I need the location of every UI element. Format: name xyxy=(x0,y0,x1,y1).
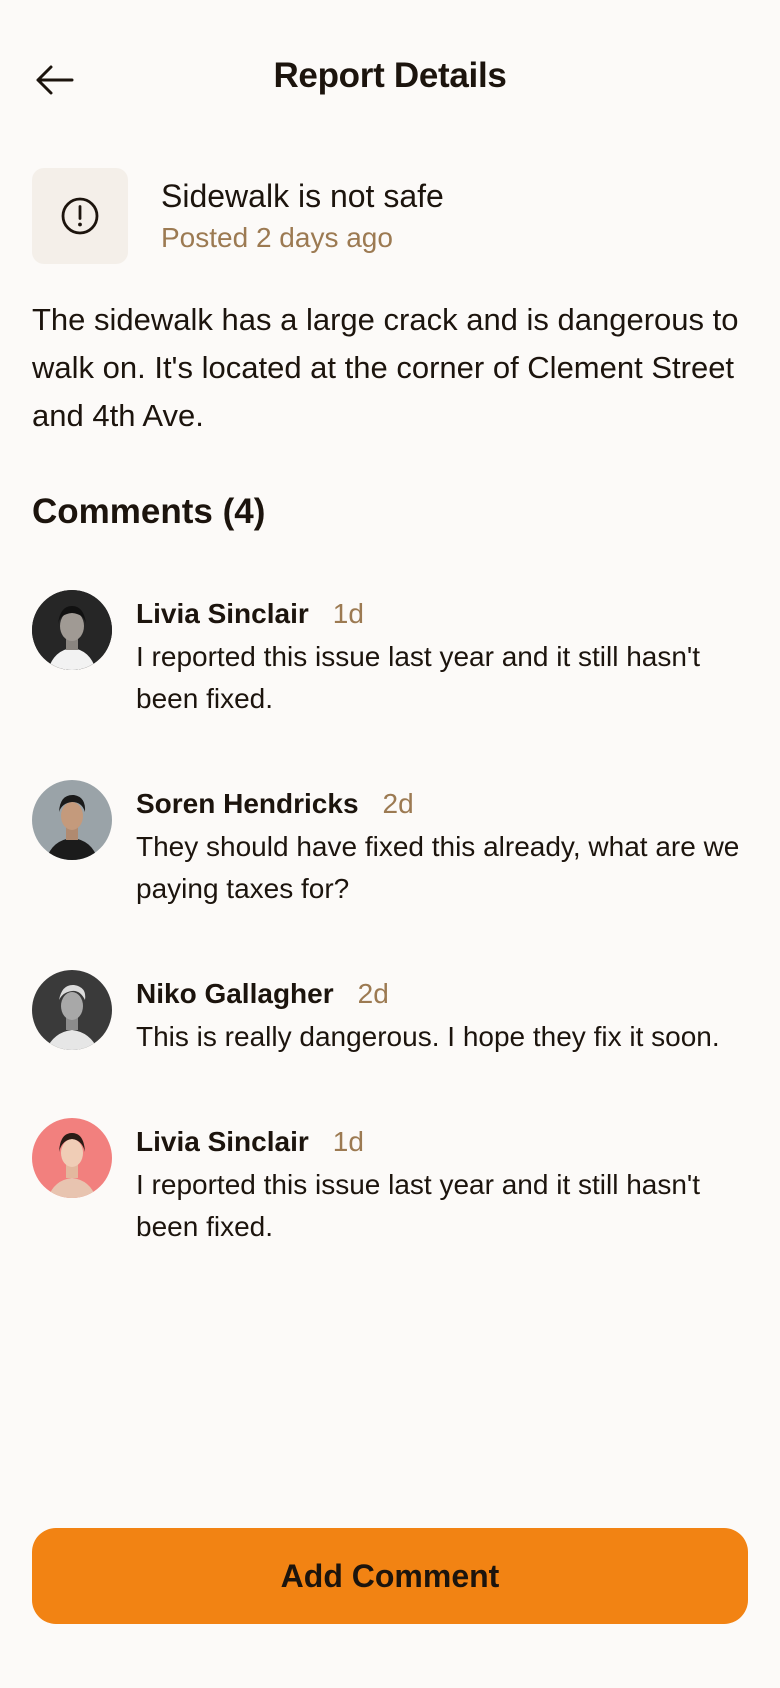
comments-heading: Comments (4) xyxy=(32,492,266,531)
alert-circle-icon xyxy=(61,197,99,235)
comment-author[interactable]: Livia Sinclair xyxy=(136,596,309,632)
comment-header: Livia Sinclair 1d xyxy=(136,596,746,632)
report-posted-time: Posted 2 days ago xyxy=(161,222,393,253)
comment-item: Niko Gallagher 2d This is really dangero… xyxy=(32,970,752,1058)
report-details-screen: Report Details Sidewalk is not safe Post… xyxy=(0,0,780,1688)
page-title: Report Details xyxy=(273,56,507,95)
add-comment-button[interactable]: Add Comment xyxy=(32,1528,748,1624)
comment-item: Livia Sinclair 1d I reported this issue … xyxy=(32,1118,752,1248)
comment-header: Niko Gallagher 2d xyxy=(136,976,746,1012)
comment-timestamp: 1d xyxy=(332,598,364,629)
comment-header: Soren Hendricks 2d xyxy=(136,786,746,822)
avatar-portrait-image xyxy=(32,970,112,1050)
avatar[interactable] xyxy=(32,780,112,860)
comment-timestamp: 1d xyxy=(332,1126,364,1157)
report-icon-container xyxy=(32,168,128,264)
comment-item: Livia Sinclair 1d I reported this issue … xyxy=(32,590,752,720)
comment-body: Niko Gallagher 2d This is really dangero… xyxy=(136,970,746,1058)
top-bar: Report Details xyxy=(0,0,780,160)
comment-text: They should have fixed this already, wha… xyxy=(136,831,740,904)
comment-timestamp: 2d xyxy=(357,978,389,1009)
comment-author[interactable]: Niko Gallagher xyxy=(136,976,334,1012)
comment-body: Livia Sinclair 1d I reported this issue … xyxy=(136,590,746,720)
comment-body: Soren Hendricks 2d They should have fixe… xyxy=(136,780,746,910)
comment-text: This is really dangerous. I hope they fi… xyxy=(136,1021,720,1052)
avatar-portrait-image xyxy=(32,1118,112,1198)
avatar-portrait-image xyxy=(32,780,112,860)
comment-author[interactable]: Soren Hendricks xyxy=(136,786,359,822)
report-title: Sidewalk is not safe xyxy=(161,178,444,214)
avatar[interactable] xyxy=(32,590,112,670)
avatar[interactable] xyxy=(32,1118,112,1198)
comment-item: Soren Hendricks 2d They should have fixe… xyxy=(32,780,752,910)
comment-text: I reported this issue last year and it s… xyxy=(136,1169,701,1242)
report-summary: Sidewalk is not safe Posted 2 days ago xyxy=(32,168,444,264)
comment-author[interactable]: Livia Sinclair xyxy=(136,1124,309,1160)
avatar[interactable] xyxy=(32,970,112,1050)
comment-timestamp: 2d xyxy=(382,788,414,819)
report-description: The sidewalk has a large crack and is da… xyxy=(32,302,739,433)
comment-header: Livia Sinclair 1d xyxy=(136,1124,746,1160)
comment-text: I reported this issue last year and it s… xyxy=(136,641,701,714)
report-meta: Sidewalk is not safe Posted 2 days ago xyxy=(161,175,444,257)
avatar-portrait-image xyxy=(32,590,112,670)
comment-body: Livia Sinclair 1d I reported this issue … xyxy=(136,1118,746,1248)
